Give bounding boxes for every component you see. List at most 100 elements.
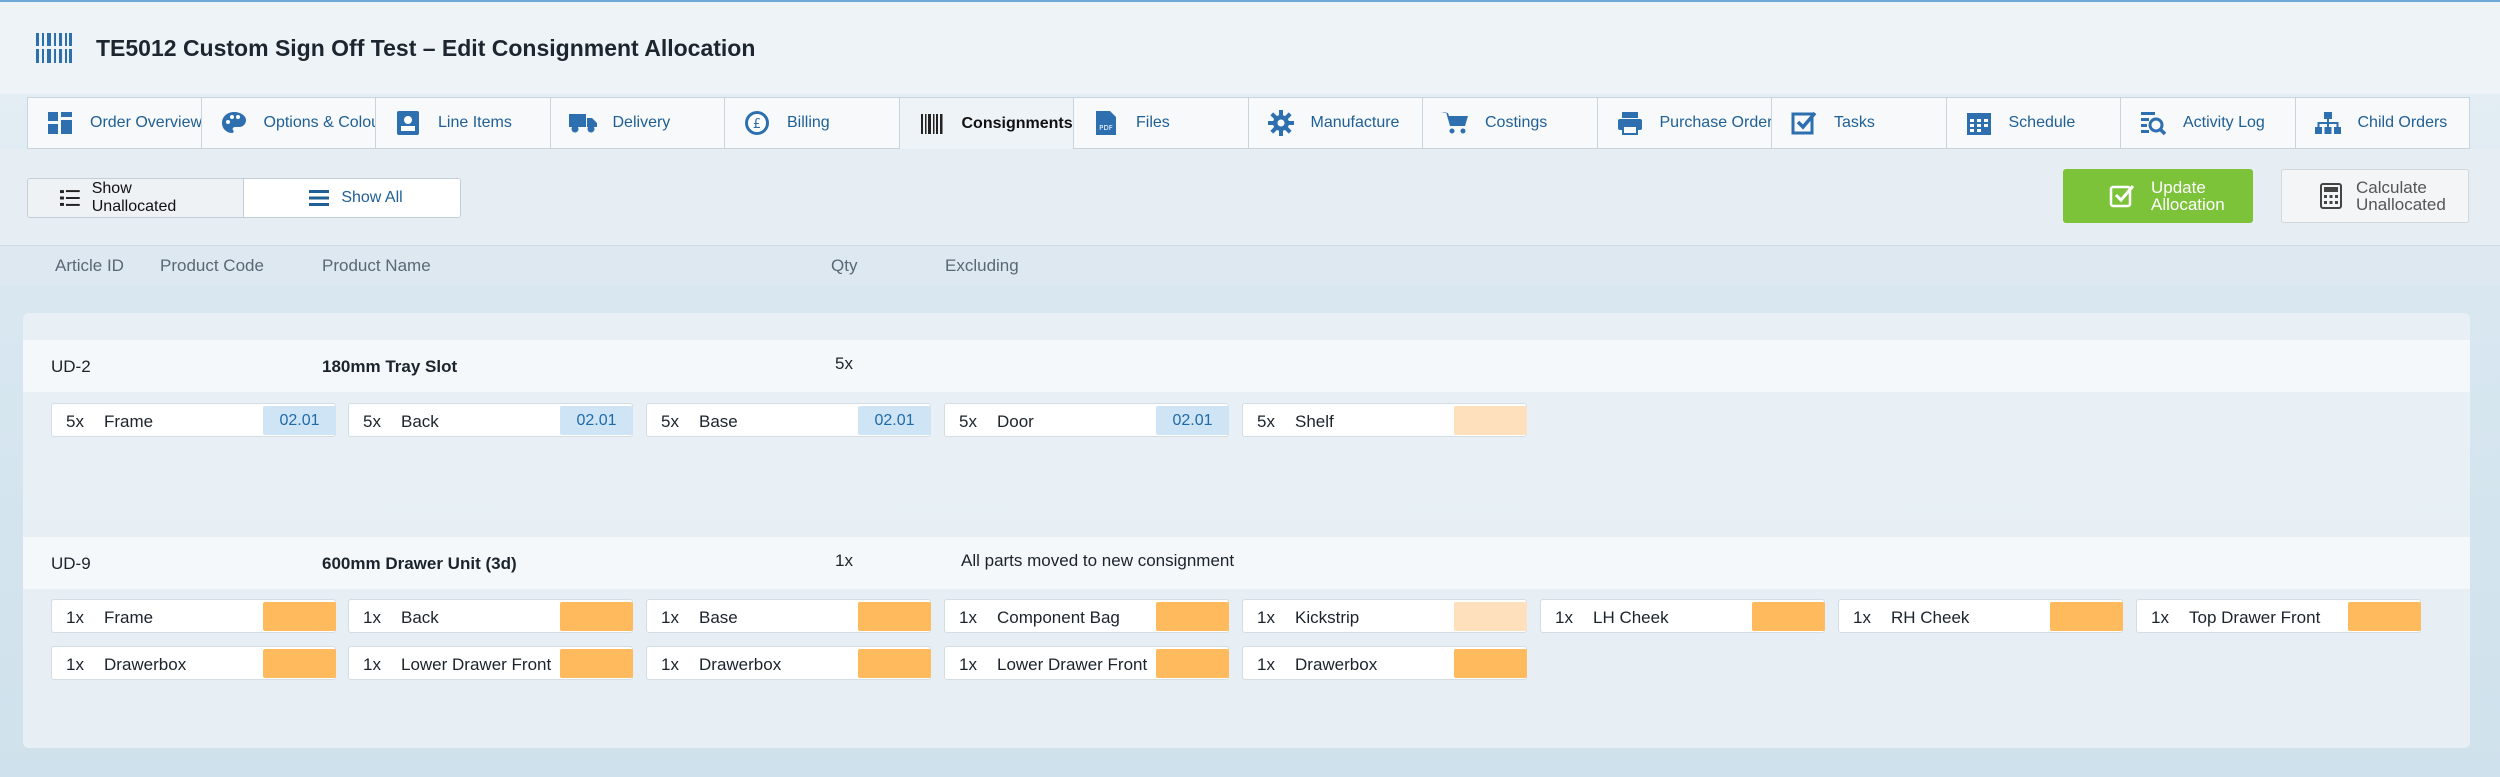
checkbox-icon [1790, 109, 1818, 137]
part-name: Door [997, 412, 1034, 431]
consignment-tag[interactable] [2348, 602, 2421, 631]
part-qty: 1x [959, 608, 977, 627]
update-line2: Allocation [2151, 195, 2225, 214]
consignment-tag[interactable] [1454, 649, 1527, 678]
consignment-tag[interactable]: 02.01 [560, 406, 633, 435]
consignment-tag[interactable]: 02.01 [263, 406, 336, 435]
part-name: Kickstrip [1295, 608, 1360, 627]
part-chip[interactable]: 1x Component Bag [944, 599, 1229, 633]
part-qty: 1x [1257, 608, 1275, 627]
consignment-tag[interactable] [560, 602, 633, 631]
cart-icon [1441, 109, 1469, 137]
tab-label: Files [1136, 114, 1170, 131]
tab-line-items[interactable]: Line Items [376, 97, 551, 149]
part-name: Drawerbox [699, 655, 782, 674]
check-square-icon [2109, 185, 2135, 208]
part-qty: 1x [1853, 608, 1871, 627]
part-chip[interactable]: 1x RH Cheek [1838, 599, 2123, 633]
tab-purchase-ordering[interactable]: Purchase Ordering [1597, 97, 1772, 149]
part-name: Drawerbox [104, 655, 187, 674]
show-all-button[interactable]: Show All [244, 179, 460, 217]
show-unallocated-label: Show Unallocated [91, 180, 177, 215]
part-chip[interactable]: 1x Drawerbox [51, 646, 336, 680]
part-chip[interactable]: 1x Back [348, 599, 633, 633]
tab-order-overview[interactable]: Order Overview [27, 97, 202, 149]
tab-label: Order Overview [90, 114, 202, 131]
tab-label: Activity Log [2183, 114, 2265, 131]
part-name: Drawerbox [1295, 655, 1378, 674]
update-allocation-button[interactable]: Update Allocation [2063, 169, 2253, 223]
part-qty: 1x [661, 655, 679, 674]
consignment-tag[interactable] [1454, 602, 1527, 631]
consignment-tag[interactable] [1156, 602, 1229, 631]
part-chip[interactable]: 1x Top Drawer Front [2136, 599, 2421, 633]
col-excluding: Excluding [945, 256, 1019, 275]
part-chip[interactable]: 1x LH Cheek [1540, 599, 1825, 633]
tab-schedule[interactable]: Schedule [1946, 97, 2121, 149]
part-chip[interactable]: 1x Base [646, 599, 931, 633]
consignment-tag[interactable] [1752, 602, 1825, 631]
tab-delivery[interactable]: Delivery [550, 97, 725, 149]
part-qty: 5x [959, 412, 977, 431]
part-chip[interactable]: 1x Drawerbox [646, 646, 931, 680]
consignment-tag[interactable] [858, 649, 931, 678]
show-all-label: Show All [341, 189, 403, 206]
list-icon [60, 190, 80, 206]
part-name: Base [699, 412, 738, 431]
calendar-icon [1965, 109, 1993, 137]
gear-icon [1267, 109, 1295, 137]
printer-icon [1616, 109, 1644, 137]
tab-label: Purchase Ordering [1659, 114, 1772, 131]
consignment-tag[interactable] [263, 649, 336, 678]
tab-files[interactable]: PDF Files [1074, 97, 1249, 149]
part-chip[interactable]: 5x Base 02.01 [646, 403, 931, 437]
part-qty: 1x [2151, 608, 2169, 627]
column-header-row: Article ID Product Code Product Name Qty… [0, 245, 2500, 285]
part-name: LH Cheek [1593, 608, 1669, 627]
part-chip[interactable]: 5x Shelf [1242, 403, 1527, 437]
tab-manufacture[interactable]: Manufacture [1248, 97, 1423, 149]
part-chip[interactable]: 5x Back 02.01 [348, 403, 633, 437]
tab-label: Tasks [1834, 114, 1875, 131]
tab-activity-log[interactable]: Activity Log [2121, 97, 2296, 149]
group-note: All parts moved to new consignment [961, 551, 1235, 570]
consignment-tag[interactable] [263, 602, 336, 631]
part-name: Component Bag [997, 608, 1120, 627]
part-chip[interactable]: 1x Lower Drawer Front [944, 646, 1229, 680]
svg-text:PDF: PDF [1099, 124, 1113, 132]
tab-consignments[interactable]: Consignments [899, 97, 1074, 149]
consignment-tag[interactable] [858, 602, 931, 631]
tab-costings[interactable]: Costings [1423, 97, 1598, 149]
consignment-tag[interactable]: 02.01 [1156, 406, 1229, 435]
show-unallocated-button[interactable]: Show Unallocated [28, 179, 244, 217]
part-name: Lower Drawer Front [997, 655, 1148, 674]
part-chip[interactable]: 1x Kickstrip [1242, 599, 1527, 633]
consignment-tag[interactable] [1454, 406, 1527, 435]
part-chip[interactable]: 5x Frame 02.01 [51, 403, 336, 437]
dashboard-icon [46, 109, 74, 137]
part-chip[interactable]: 5x Door 02.01 [944, 403, 1229, 437]
part-chip[interactable]: 1x Lower Drawer Front [348, 646, 633, 680]
product-name: 180mm Tray Slot [322, 357, 458, 376]
part-qty: 1x [66, 608, 84, 627]
tab-options-colours[interactable]: Options & Colours [201, 97, 376, 149]
part-name: Back [401, 412, 439, 431]
calculate-unallocated-button[interactable]: Calculate Unallocated [2281, 169, 2469, 223]
part-chip[interactable]: 1x Frame [51, 599, 336, 633]
col-article-id: Article ID [55, 256, 124, 275]
part-name: RH Cheek [1891, 608, 1970, 627]
consignment-tag[interactable]: 02.01 [858, 406, 931, 435]
tab-tasks[interactable]: Tasks [1772, 97, 1947, 149]
tab-billing[interactable]: £ Billing [725, 97, 900, 149]
tab-child-orders[interactable]: Child Orders [2295, 97, 2470, 149]
consignment-tag[interactable] [560, 649, 633, 678]
part-name: Top Drawer Front [2189, 608, 2321, 627]
consignment-tag[interactable] [2050, 602, 2123, 631]
part-name: Lower Drawer Front [401, 655, 552, 674]
article-id: UD-2 [51, 357, 91, 376]
part-name: Back [401, 608, 439, 627]
part-chip[interactable]: 1x Drawerbox [1242, 646, 1527, 680]
part-qty: 1x [363, 655, 381, 674]
barcode-icon [34, 28, 74, 68]
consignment-tag[interactable] [1156, 649, 1229, 678]
